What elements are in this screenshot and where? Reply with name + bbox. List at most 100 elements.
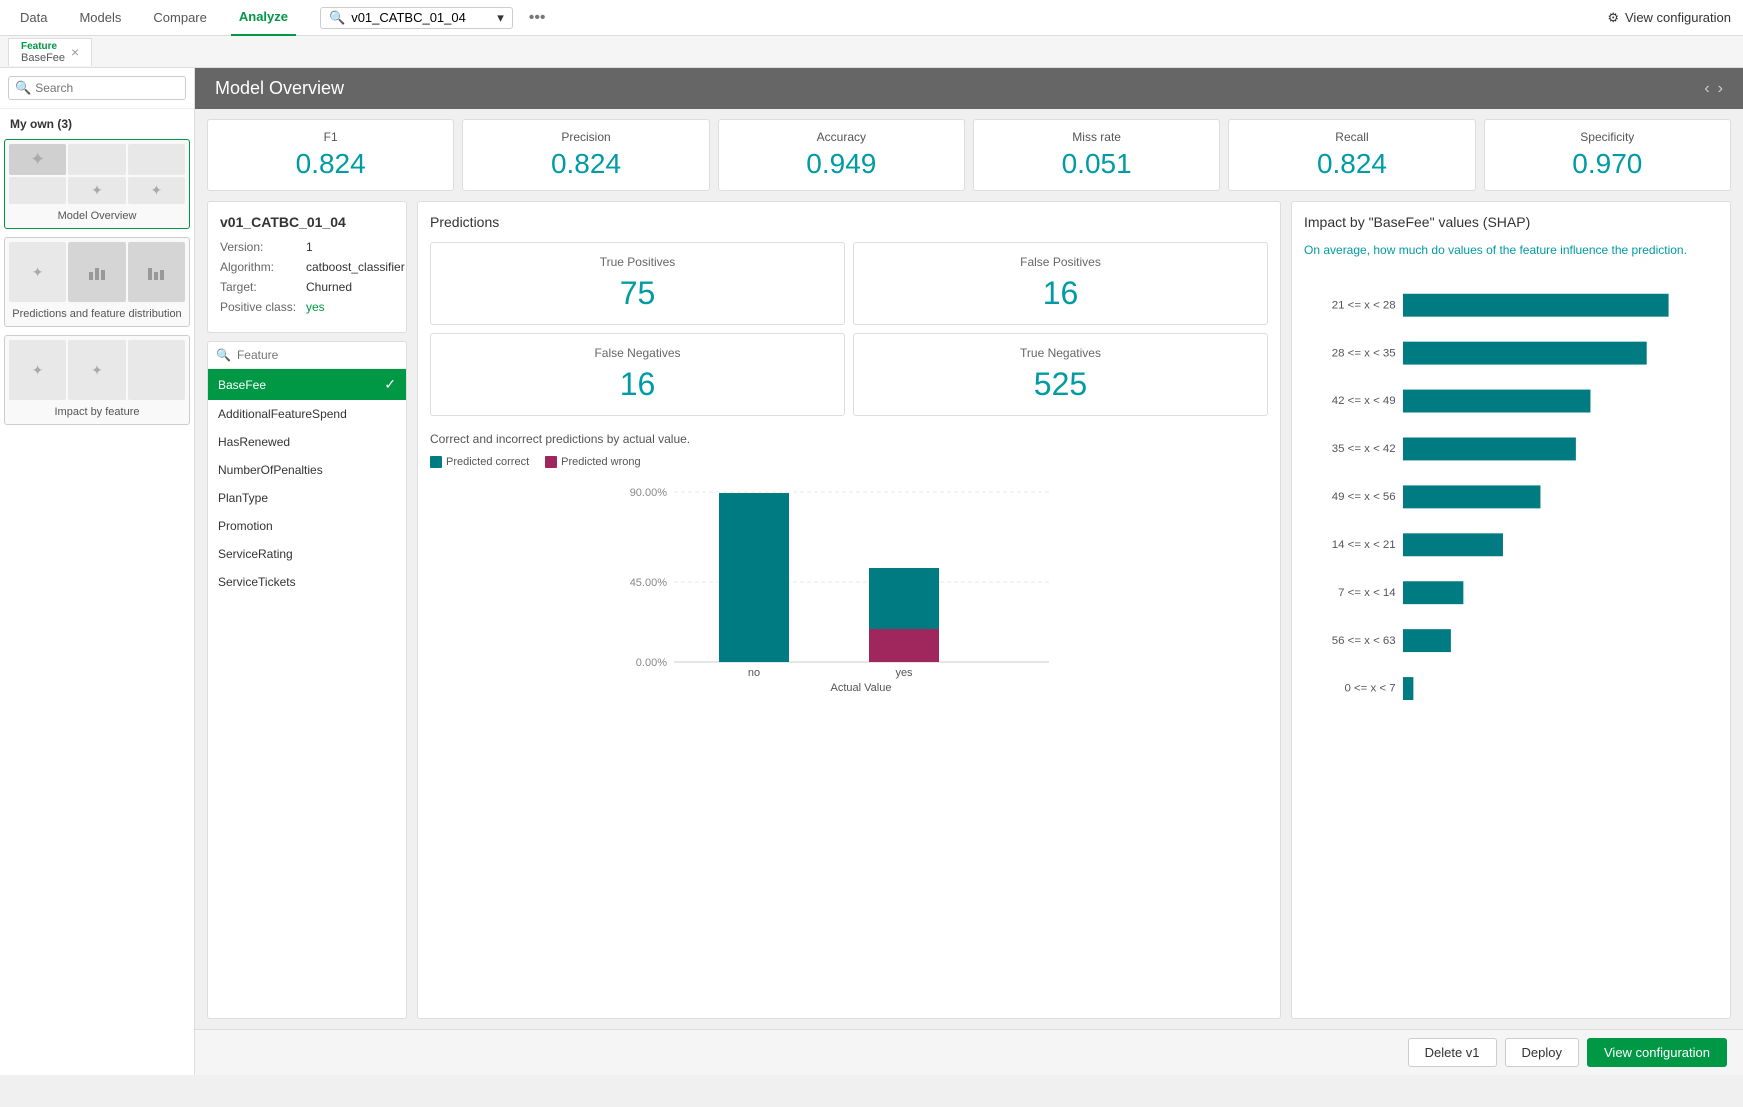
left-panel: v01_CATBC_01_04 Version: 1 Algorithm: ca…: [207, 201, 407, 1019]
svg-text:45.00%: 45.00%: [630, 577, 668, 589]
svg-text:14 <= x < 21: 14 <= x < 21: [1332, 539, 1396, 551]
positive-class-value: yes: [306, 300, 325, 314]
feature-name-0: BaseFee: [218, 378, 266, 392]
legend-correct-box: [430, 456, 442, 468]
feature-search-icon: 🔍: [216, 348, 231, 362]
positive-class-label: Positive class:: [220, 300, 300, 314]
feature-item-promotion[interactable]: Promotion: [208, 512, 406, 540]
metric-precision: Precision 0.824: [462, 119, 709, 191]
sheet-name-1: Predictions and feature distribution: [9, 306, 185, 322]
cm-fn-value: 16: [443, 366, 832, 403]
sliders-icon: ⚙: [1607, 10, 1619, 26]
metric-miss-rate: Miss rate 0.051: [973, 119, 1220, 191]
view-configuration-button[interactable]: View configuration: [1587, 1038, 1727, 1067]
metric-miss-rate-value: 0.051: [986, 148, 1207, 180]
sheet-impact[interactable]: ✦ ✦ Impact by feature: [4, 335, 190, 425]
tab-close-icon[interactable]: ×: [71, 44, 79, 60]
feature-name-5: Promotion: [218, 519, 273, 533]
feature-name-4: PlanType: [218, 491, 268, 505]
tab-sub: BaseFee: [21, 52, 65, 64]
feature-check-icon: ✓: [384, 376, 396, 393]
feature-search-input[interactable]: [237, 348, 398, 362]
metric-recall-value: 0.824: [1241, 148, 1462, 180]
feature-name-2: HasRenewed: [218, 435, 290, 449]
version-label: Version:: [220, 240, 300, 254]
cm-tn-value: 525: [866, 366, 1255, 403]
cm-tp-value: 75: [443, 275, 832, 312]
feature-item-basefee[interactable]: BaseFee ✓: [208, 369, 406, 400]
view-config-button[interactable]: ⚙ View configuration: [1607, 10, 1731, 26]
nav-models[interactable]: Models: [71, 0, 129, 36]
sidebar-search-area: 🔍: [0, 68, 194, 109]
content-area: Model Overview ‹ › F1 0.824 Precision 0.…: [195, 68, 1743, 1075]
svg-text:90.00%: 90.00%: [630, 487, 668, 499]
cm-false-positives: False Positives 16: [853, 242, 1268, 325]
algorithm-value: catboost_classifier: [306, 260, 405, 274]
metrics-bar: F1 0.824 Precision 0.824 Accuracy 0.949 …: [195, 109, 1743, 201]
nav-compare[interactable]: Compare: [145, 0, 214, 36]
cm-true-negatives: True Negatives 525: [853, 333, 1268, 416]
metric-miss-rate-label: Miss rate: [986, 130, 1207, 144]
feature-item-hasrenewed[interactable]: HasRenewed: [208, 428, 406, 456]
model-info-card: v01_CATBC_01_04 Version: 1 Algorithm: ca…: [207, 201, 407, 333]
model-version-row: Version: 1: [220, 240, 394, 254]
shap-subtitle: On average, how much do values of the fe…: [1304, 242, 1718, 259]
tab-label: Feature: [21, 41, 65, 52]
sheet3-icon: ✦: [32, 362, 44, 379]
sheet-icon: ✦: [30, 149, 45, 170]
main-layout: 🔍 My own (3) ✦ ✦ ✦: [0, 68, 1743, 1075]
feature-name-6: ServiceRating: [218, 547, 293, 561]
chart-legend: Predicted correct Predicted wrong: [430, 456, 1268, 468]
feature-name-7: ServiceTickets: [218, 575, 296, 589]
nav-arrows: ‹ ›: [1704, 80, 1723, 98]
shap-title: Impact by "BaseFee" values (SHAP): [1304, 214, 1718, 230]
feature-item-servicerating[interactable]: ServiceRating: [208, 540, 406, 568]
deploy-button[interactable]: Deploy: [1505, 1038, 1579, 1067]
sheet3-icon-2: ✦: [91, 362, 103, 379]
feature-item-additionalfeaturespend[interactable]: AdditionalFeatureSpend: [208, 400, 406, 428]
dropdown-icon[interactable]: ▾: [497, 10, 504, 26]
model-overview-header: Model Overview ‹ ›: [195, 68, 1743, 109]
feature-name-1: AdditionalFeatureSpend: [218, 407, 347, 421]
model-algorithm-row: Algorithm: catboost_classifier: [220, 260, 394, 274]
feature-item-numberofpenalties[interactable]: NumberOfPenalties: [208, 456, 406, 484]
chart-section: Correct and incorrect predictions by act…: [430, 432, 1268, 1006]
bar-no-correct: [719, 493, 789, 662]
metric-accuracy: Accuracy 0.949: [718, 119, 965, 191]
search-icon: 🔍: [15, 80, 31, 96]
sheet-model-overview[interactable]: ✦ ✦ ✦ Model Overview: [4, 139, 190, 229]
sidebar-sheets: ✦ ✦ ✦ Model Overview: [0, 135, 194, 1075]
sheet-name-0: Model Overview: [9, 208, 185, 224]
shap-subtitle-link[interactable]: the prediction: [1612, 243, 1684, 257]
delete-button[interactable]: Delete v1: [1408, 1038, 1497, 1067]
metric-specificity: Specificity 0.970: [1484, 119, 1731, 191]
nav-analyze[interactable]: Analyze: [231, 0, 296, 36]
sheet-icon-3: ✦: [150, 182, 162, 199]
feature-item-servicetickets[interactable]: ServiceTickets: [208, 568, 406, 596]
tab-feature-basefee[interactable]: Feature BaseFee ×: [8, 38, 92, 66]
svg-text:no: no: [748, 667, 760, 679]
cm-true-positives: True Positives 75: [430, 242, 845, 325]
sidebar-search-input[interactable]: [35, 81, 179, 95]
svg-text:0.00%: 0.00%: [636, 657, 667, 669]
cm-tp-label: True Positives: [443, 255, 832, 269]
metric-accuracy-value: 0.949: [731, 148, 952, 180]
next-arrow[interactable]: ›: [1718, 80, 1723, 98]
predictions-title: Predictions: [430, 214, 1268, 230]
feature-name-3: NumberOfPenalties: [218, 463, 323, 477]
svg-text:35 <= x < 42: 35 <= x < 42: [1332, 443, 1396, 455]
feature-list-card: 🔍 BaseFee ✓ AdditionalFeatureSpend HasRe…: [207, 341, 407, 1019]
nav-data[interactable]: Data: [12, 0, 55, 36]
bar-yes-wrong: [869, 629, 939, 662]
svg-text:Actual Value: Actual Value: [831, 682, 892, 694]
more-options-icon[interactable]: •••: [529, 9, 546, 27]
cm-fp-value: 16: [866, 275, 1255, 312]
predictions-panel: Predictions True Positives 75 False Posi…: [417, 201, 1281, 1019]
sheet-predictions[interactable]: ✦: [4, 237, 190, 327]
version-value: 1: [306, 240, 313, 254]
legend-correct-label: Predicted correct: [446, 456, 529, 468]
model-search-input[interactable]: [351, 10, 491, 25]
feature-item-plantype[interactable]: PlanType: [208, 484, 406, 512]
prev-arrow[interactable]: ‹: [1704, 80, 1709, 98]
model-title: v01_CATBC_01_04: [220, 214, 394, 230]
